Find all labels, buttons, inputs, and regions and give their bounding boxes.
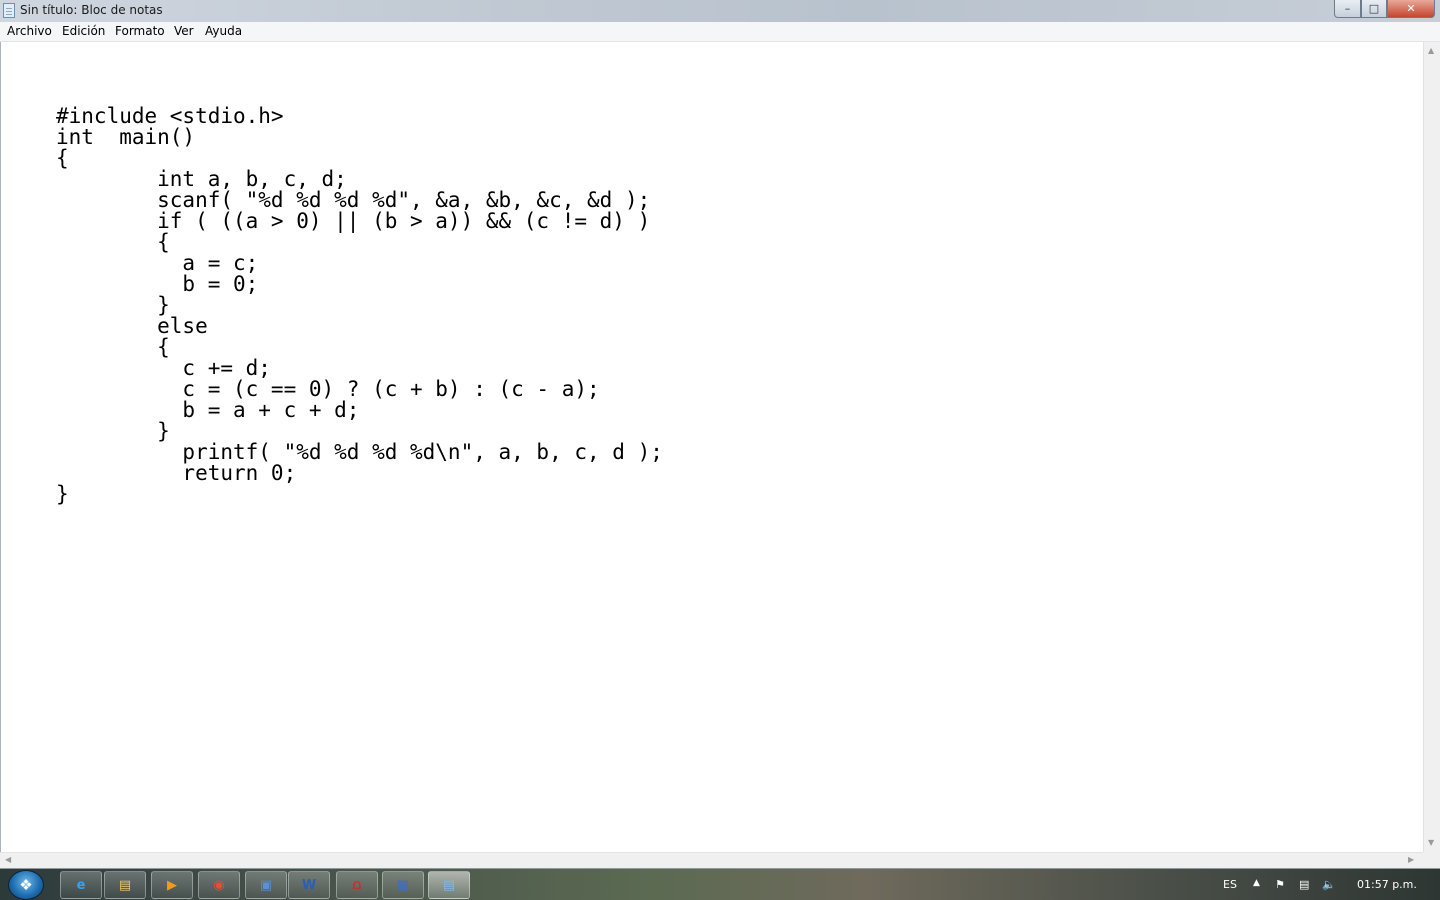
menu-ver[interactable]: Ver <box>174 24 194 38</box>
menu-edicion[interactable]: Edición <box>62 24 105 38</box>
scroll-right-arrow-icon[interactable]: ▶ <box>1408 855 1414 864</box>
action-center-flag-icon[interactable]: ⚑ <box>1275 878 1285 891</box>
taskbar-button-chrome[interactable]: ◉ <box>198 871 240 899</box>
network-icon[interactable]: ▤ <box>1299 878 1309 891</box>
menu-bar: Archivo Edición Formato Ver Ayuda <box>0 22 1440 42</box>
taskbar-button-network-app[interactable]: ▣ <box>245 871 287 899</box>
taskbar-button-media-player[interactable]: ▶ <box>151 871 193 899</box>
internet-explorer-icon: e <box>76 877 86 893</box>
taskbar-button-folder[interactable]: ▤ <box>104 871 146 899</box>
menu-archivo[interactable]: Archivo <box>7 24 52 38</box>
taskbar-button-word[interactable]: W <box>288 871 330 899</box>
title-bar: Sin título: Bloc de notas – □ ✕ <box>0 0 1440 23</box>
vertical-scrollbar[interactable]: ▲ ▼ <box>1423 42 1440 852</box>
minimize-button[interactable]: – <box>1334 0 1361 18</box>
volume-icon[interactable]: 🔈 <box>1322 878 1336 891</box>
taskbar-button-app[interactable]: ▦ <box>382 871 424 899</box>
word-icon: W <box>301 877 317 893</box>
notepad-icon: ▤ <box>442 877 456 893</box>
close-button[interactable]: ✕ <box>1387 0 1435 18</box>
chrome-icon: ◉ <box>213 877 225 893</box>
clock[interactable]: 01:57 p.m. <box>1357 878 1417 891</box>
media-player-icon: ▶ <box>167 877 177 893</box>
scroll-down-arrow-icon[interactable]: ▼ <box>1428 838 1434 847</box>
window-title: Sin título: Bloc de notas <box>20 3 163 17</box>
menu-ayuda[interactable]: Ayuda <box>205 24 242 38</box>
network-app-icon: ▣ <box>259 877 273 893</box>
text-editor[interactable]: #include <stdio.h> int main() { int a, b… <box>0 42 1423 852</box>
taskbar: ❖ e ▤ ▶ ◉ ▣ W ⩍ ▦ ▤ ES ▲ ⚑ ▤ 🔈 01:57 p.m. <box>0 868 1440 900</box>
scrollbar-corner <box>1423 852 1440 868</box>
scroll-left-arrow-icon[interactable]: ◀ <box>5 855 11 864</box>
maximize-button[interactable]: □ <box>1361 0 1387 18</box>
show-hidden-icons-icon[interactable]: ▲ <box>1253 878 1260 888</box>
language-indicator[interactable]: ES <box>1223 878 1237 891</box>
folder-icon: ▤ <box>118 877 132 893</box>
taskbar-button-internet-explorer[interactable]: e <box>60 871 102 899</box>
taskbar-button-notepad[interactable]: ▤ <box>428 871 470 899</box>
menu-formato[interactable]: Formato <box>115 24 165 38</box>
taskbar-button-acrobat[interactable]: ⩍ <box>336 871 378 899</box>
editor-content[interactable]: #include <stdio.h> int main() { int a, b… <box>56 106 663 505</box>
acrobat-icon: ⩍ <box>352 877 362 893</box>
app-icon: ▦ <box>396 877 410 893</box>
windows-logo-icon: ❖ <box>19 876 33 894</box>
start-button[interactable]: ❖ <box>8 870 44 900</box>
horizontal-scrollbar[interactable]: ◀ ▶ <box>0 852 1423 868</box>
notepad-icon <box>3 3 15 18</box>
scroll-up-arrow-icon[interactable]: ▲ <box>1428 46 1434 55</box>
